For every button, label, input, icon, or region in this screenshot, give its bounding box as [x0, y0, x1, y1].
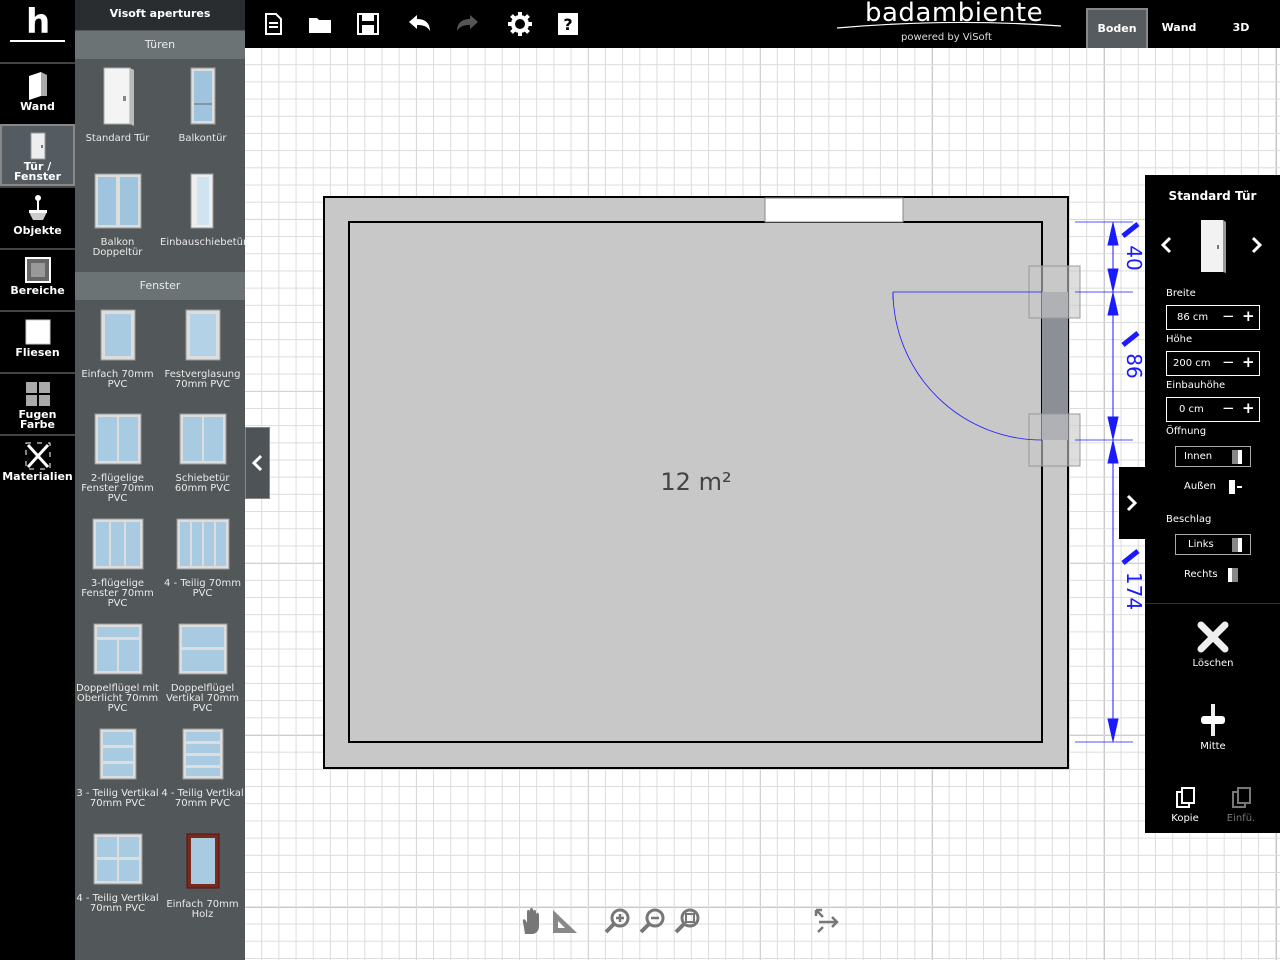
hinge-label: Beschlag — [1166, 514, 1212, 525]
door-open-icon — [1232, 450, 1242, 464]
properties-title: Standard Tür — [1168, 189, 1257, 203]
chevron-right-icon — [1126, 494, 1138, 512]
collapse-catalog-button[interactable] — [245, 427, 270, 499]
width-value: 86 cm — [1177, 312, 1209, 323]
actions-panel: Löschen Mitte Kopie Einfü. — [1145, 603, 1280, 833]
hinge-left-option[interactable]: Links — [1175, 534, 1251, 555]
height-value: 200 cm — [1173, 358, 1211, 369]
install-height-label: Einbauhöhe — [1166, 380, 1226, 391]
opening-outward-option[interactable]: Außen — [1184, 481, 1216, 492]
install-height-increment-button[interactable]: + — [1242, 399, 1255, 417]
height-decrement-button[interactable]: − — [1222, 353, 1235, 371]
height-label: Höhe — [1166, 334, 1193, 345]
properties-panel: Standard Tür Breite 86 cm − + Höhe 200 c… — [1145, 175, 1280, 603]
collapse-properties-button[interactable] — [1119, 467, 1146, 539]
width-label: Breite — [1166, 288, 1196, 299]
paste-icon — [1232, 787, 1251, 808]
chevron-left-icon[interactable] — [1159, 235, 1173, 255]
center-button[interactable]: Mitte — [1185, 702, 1241, 752]
hinge-right-icon — [1228, 568, 1238, 582]
width-decrement-button[interactable]: − — [1222, 307, 1235, 325]
install-height-value: 0 cm — [1179, 404, 1204, 415]
pan-hand-icon[interactable] — [516, 906, 546, 936]
door-outward-icon — [1229, 480, 1242, 494]
paste-button[interactable]: Einfü. — [1221, 786, 1261, 824]
copy-button[interactable]: Kopie — [1165, 786, 1205, 824]
zoom-fit-icon[interactable] — [673, 906, 703, 936]
chevron-left-icon — [251, 454, 263, 472]
window-opening[interactable] — [764, 197, 904, 223]
floor-plan: 40 86 174 12 m² — [323, 196, 1146, 769]
hinge-right-option[interactable]: Rechts — [1184, 569, 1218, 580]
hinge-left-icon — [1232, 538, 1242, 552]
dimension-label-40: 40 — [1122, 245, 1146, 270]
delete-icon — [1197, 621, 1229, 653]
opening-inward-option[interactable]: Innen — [1175, 446, 1251, 467]
install-height-decrement-button[interactable]: − — [1222, 399, 1235, 417]
measure-icon[interactable] — [550, 906, 580, 936]
dimension-label-86: 86 — [1122, 353, 1146, 378]
center-align-icon — [1201, 704, 1225, 736]
zoom-out-icon[interactable] — [638, 906, 668, 936]
door-preview-icon — [1201, 220, 1226, 273]
width-increment-button[interactable]: + — [1242, 307, 1255, 325]
room-area-label: 12 m² — [660, 468, 731, 496]
delete-button[interactable]: Löschen — [1185, 619, 1241, 669]
width-stepper[interactable]: 86 cm − + — [1166, 305, 1260, 330]
zoom-in-icon[interactable] — [603, 906, 633, 936]
height-stepper[interactable]: 200 cm − + — [1166, 351, 1260, 376]
dimension-label-174: 174 — [1122, 572, 1146, 610]
copy-icon — [1176, 787, 1195, 808]
chevron-right-icon[interactable] — [1250, 235, 1264, 255]
reset-view-icon[interactable] — [811, 906, 841, 936]
height-increment-button[interactable]: + — [1242, 353, 1255, 371]
opening-label: Öffnung — [1166, 426, 1207, 437]
install-height-stepper[interactable]: 0 cm − + — [1166, 397, 1260, 422]
